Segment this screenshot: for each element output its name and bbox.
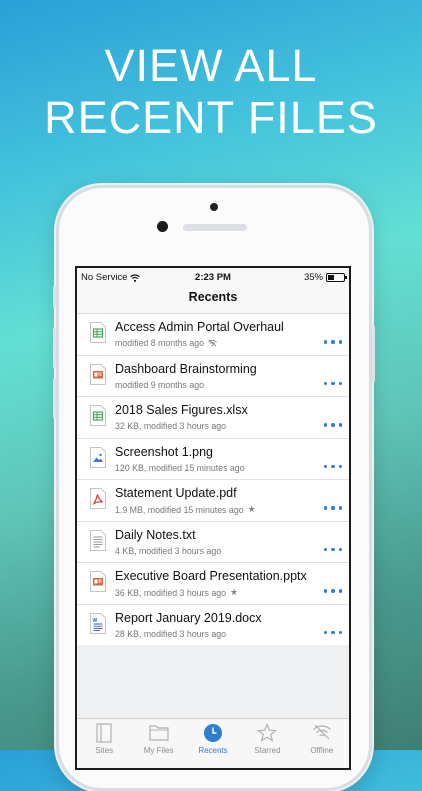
tab-label: Sites [95,746,114,755]
tab-label: My Files [143,746,174,755]
file-meta: 1.9 MB, modified 15 minutes ago ★ [115,504,256,515]
battery-percent: 35% [303,272,323,283]
front-camera [210,203,218,211]
tab-label: Recents [198,746,228,755]
tab-bar: Sites My Files Recents Starred Offline [77,718,349,768]
file-row[interactable]: Daily Notes.txt 4 KB, modified 3 hours a… [77,522,349,563]
battery-info: 35% [303,272,347,283]
svg-text:W: W [93,618,98,624]
more-options-button[interactable] [323,340,342,344]
folder-icon [149,725,169,741]
word-icon: W [90,612,106,634]
more-options-button[interactable] [323,381,342,385]
file-meta: modified 8 months ago [115,338,217,348]
file-name: 2018 Sales Figures.xlsx [115,403,248,417]
file-row[interactable]: Executive Board Presentation.pptx 36 KB,… [77,563,349,605]
star-icon: ★ [230,587,239,597]
file-meta: modified 9 months ago [115,380,204,390]
offline-icon [312,724,331,740]
pdf-icon [90,488,106,509]
file-meta: 28 KB, modified 3 hours ago [115,629,226,639]
star-icon [257,723,278,742]
more-options-button[interactable] [323,630,342,634]
tab-starred[interactable]: Starred [240,719,294,768]
tab-my-files[interactable]: My Files [131,719,185,768]
recent-files-list: Access Admin Portal Overhaul modified 8 … [77,314,349,645]
more-options-button[interactable] [323,423,342,427]
presentation-icon [90,571,106,592]
tab-offline[interactable]: Offline [295,719,349,768]
more-options-button[interactable] [323,589,342,593]
presentation-icon [90,363,106,385]
file-name: Access Admin Portal Overhaul [115,320,284,334]
mute-switch [53,286,56,308]
proximity-sensor [157,221,168,232]
star-icon: ★ [247,504,256,514]
file-meta-text: 32 KB, modified 3 hours ago [115,421,227,431]
tab-sites[interactable]: Sites [77,719,131,768]
file-meta-text: modified 9 months ago [115,379,204,390]
tab-label: Offline [310,746,334,755]
phone-frame: No Service 2:23 PM 35% Recents Access Ad… [53,185,375,791]
text-file-icon [90,529,106,551]
battery-icon [326,273,347,282]
file-name: Executive Board Presentation.pptx [115,569,307,583]
file-meta-text: 36 KB, modified 3 hours ago [115,587,227,598]
file-meta-text: 28 KB, modified 3 hours ago [115,628,227,639]
more-options-button[interactable] [323,547,342,551]
file-meta: 4 KB, modified 3 hours ago [115,546,221,556]
volume-down-button [53,378,56,418]
file-row[interactable]: Screenshot 1.png 120 KB, modified 15 min… [77,439,349,480]
file-meta: 120 KB, modified 15 minutes ago [115,463,245,473]
more-options-button[interactable] [323,506,342,510]
file-meta-text: 120 KB, modified 15 minutes ago [115,462,245,473]
clock-icon [204,724,223,742]
headline-line-1: VIEW ALL [104,40,318,91]
file-meta: 36 KB, modified 3 hours ago ★ [115,587,238,598]
spreadsheet-icon [90,405,106,426]
offline-icon [208,339,217,347]
power-button [372,326,375,382]
file-meta-text: 4 KB, modified 3 hours ago [115,545,222,556]
file-row[interactable]: Dashboard Brainstorming modified 9 month… [77,356,349,397]
spreadsheet-icon [90,322,106,343]
file-row[interactable]: Access Admin Portal Overhaul modified 8 … [77,314,349,356]
headline-line-2: RECENT FILES [44,92,378,143]
earpiece-speaker [183,224,247,231]
file-meta-text: 1.9 MB, modified 15 minutes ago [115,504,244,515]
file-name: Screenshot 1.png [115,444,213,459]
image-icon [90,446,106,468]
app-screen: No Service 2:23 PM 35% Recents Access Ad… [75,266,351,770]
file-name: Dashboard Brainstorming [115,361,257,376]
file-row[interactable]: Statement Update.pdf 1.9 MB, modified 15… [77,480,349,522]
headline: VIEW ALL RECENT FILES [0,40,422,144]
sites-icon [96,723,112,743]
more-options-button[interactable] [323,464,342,468]
file-name: Report January 2019.docx [115,610,262,625]
file-meta-text: modified 8 months ago [115,338,204,348]
volume-up-button [53,328,56,368]
status-bar: No Service 2:23 PM 35% [77,268,349,286]
file-row[interactable]: 2018 Sales Figures.xlsx 32 KB, modified … [77,397,349,439]
nav-title: Recents [77,286,349,314]
tab-recents[interactable]: Recents [186,719,240,768]
file-row[interactable]: W Report January 2019.docx 28 KB, modifi… [77,605,349,646]
file-name: Daily Notes.txt [115,527,196,542]
file-meta: 32 KB, modified 3 hours ago [115,421,226,431]
file-name: Statement Update.pdf [115,486,237,500]
tab-label: Starred [254,746,281,755]
